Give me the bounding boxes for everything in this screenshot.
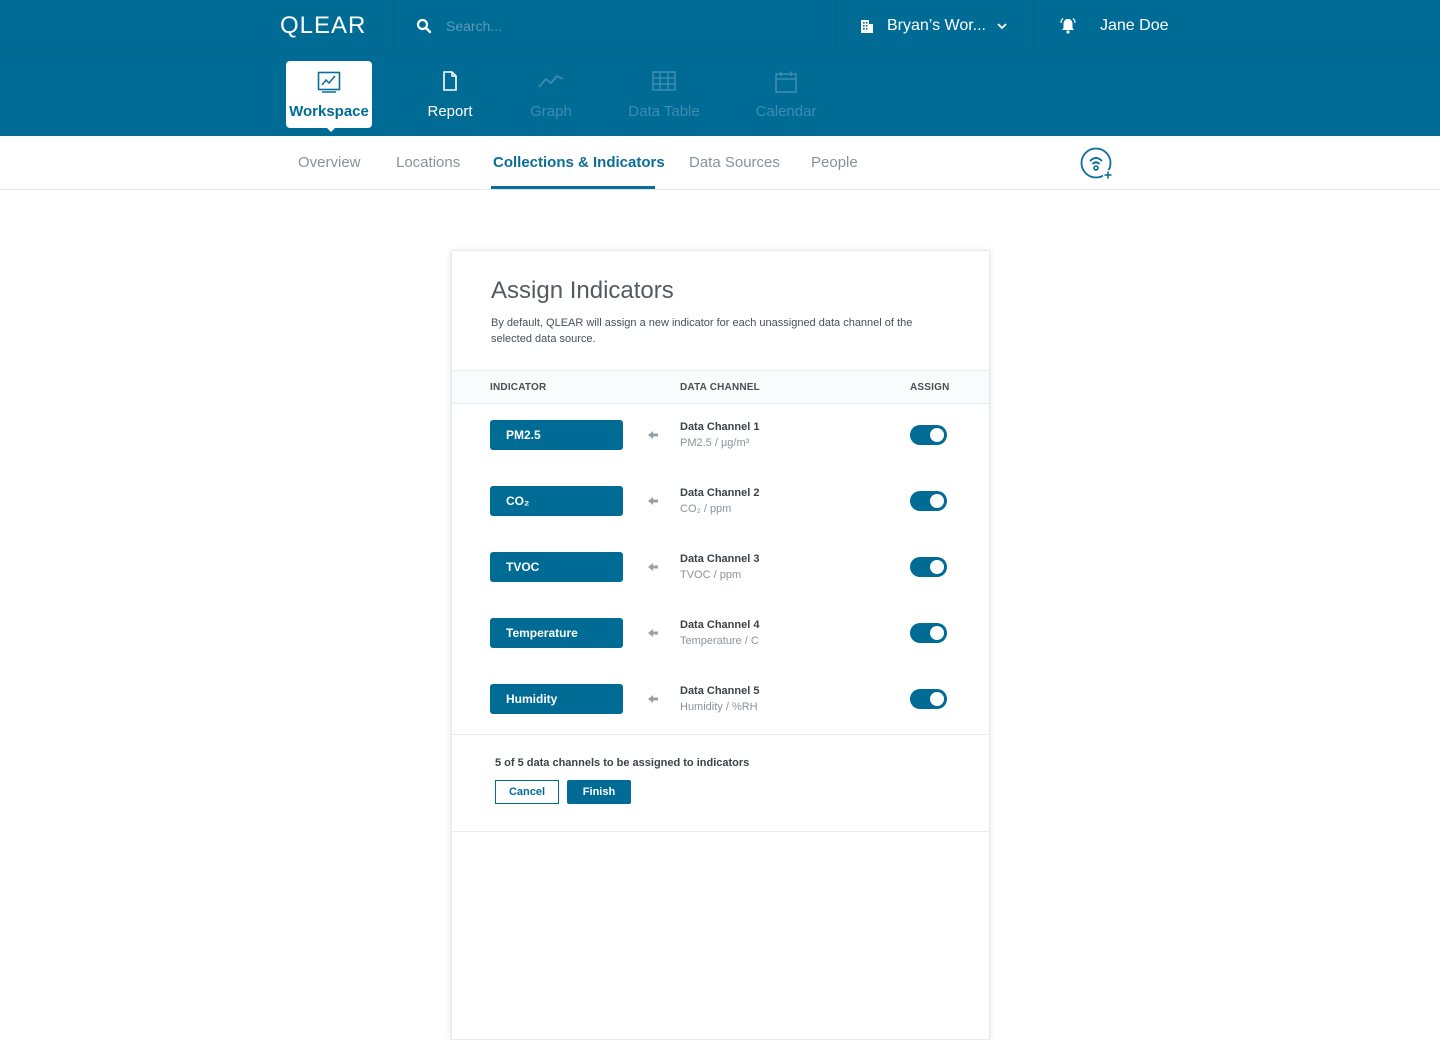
arrow-left-icon <box>648 563 658 571</box>
data-channel-unit: Temperature / C <box>680 635 759 647</box>
module-nav: Workspace Report Graph Data Table Calend… <box>0 52 1440 136</box>
workspace-chart-icon <box>317 71 341 93</box>
table-row: PM2.5 Data Channel 1 PM2.5 / µg/m³ <box>452 420 989 486</box>
table-row: CO₂ Data Channel 2 CO₂ / ppm <box>452 486 989 552</box>
assign-toggle[interactable] <box>910 425 947 445</box>
sub-nav: Overview Locations Collections & Indicat… <box>0 136 1440 190</box>
assign-toggle[interactable] <box>910 557 947 577</box>
module-label: Data Table <box>628 103 700 120</box>
assign-toggle[interactable] <box>910 623 947 643</box>
table-row: TVOC Data Channel 3 TVOC / ppm <box>452 552 989 618</box>
user-menu[interactable]: Jane Doe <box>1100 17 1169 35</box>
module-label: Graph <box>530 103 572 120</box>
column-header-data-channel: DATA CHANNEL <box>680 382 760 393</box>
active-tab-indicator <box>491 186 655 189</box>
building-icon <box>861 20 873 33</box>
notification-bell-icon[interactable] <box>1059 17 1077 35</box>
tab-collections-indicators[interactable]: Collections & Indicators <box>493 154 665 171</box>
module-label: Workspace <box>289 103 369 120</box>
assign-indicators-dialog: Assign Indicators By default, QLEAR will… <box>451 250 990 1040</box>
data-channel-name: Data Channel 4 <box>680 619 760 631</box>
dialog-description: By default, QLEAR will assign a new indi… <box>491 317 913 345</box>
toggle-knob <box>930 428 944 442</box>
calendar-icon <box>775 71 797 93</box>
search-input[interactable] <box>446 14 806 38</box>
top-bar: QLEAR Bryan’s Wor... Jane Doe <box>0 0 1440 52</box>
app-logo[interactable]: QLEAR <box>280 12 366 40</box>
chevron-down-icon <box>997 23 1007 30</box>
toggle-knob <box>930 494 944 508</box>
column-header-indicator: INDICATOR <box>490 382 547 393</box>
toggle-knob <box>930 692 944 706</box>
dialog-footer: 5 of 5 data channels to be assigned to i… <box>452 734 989 832</box>
search-icon <box>416 18 432 34</box>
data-channel-name: Data Channel 1 <box>680 421 760 433</box>
assign-toggle[interactable] <box>910 491 947 511</box>
module-workspace[interactable]: Workspace <box>286 61 372 132</box>
workspace-name: Bryan’s Wor... <box>887 17 986 34</box>
dialog-title: Assign Indicators <box>491 277 674 304</box>
table-row: Temperature Data Channel 4 Temperature /… <box>452 618 989 684</box>
divider <box>1033 0 1034 52</box>
document-icon <box>443 71 457 91</box>
arrow-left-icon <box>648 629 658 637</box>
indicator-button[interactable]: PM2.5 <box>490 420 623 450</box>
module-label: Report <box>427 103 473 120</box>
table-header: INDICATOR DATA CHANNEL ASSIGN <box>452 370 989 404</box>
data-channel-unit: TVOC / ppm <box>680 569 742 581</box>
workspace-selector[interactable]: Bryan’s Wor... <box>846 0 1032 52</box>
tab-people[interactable]: People <box>811 154 858 171</box>
tab-locations[interactable]: Locations <box>396 154 460 171</box>
indicator-button[interactable]: TVOC <box>490 552 623 582</box>
cancel-button[interactable]: Cancel <box>495 780 559 804</box>
table-grid-icon <box>652 71 676 91</box>
toggle-knob <box>930 560 944 574</box>
data-channel-name: Data Channel 5 <box>680 685 760 697</box>
module-label: Calendar <box>755 103 817 120</box>
assign-toggle[interactable] <box>910 689 947 709</box>
arrow-left-icon <box>648 695 658 703</box>
indicator-button[interactable]: Humidity <box>490 684 623 714</box>
divider <box>393 0 394 52</box>
module-data-table[interactable]: Data Table <box>621 61 707 128</box>
data-channel-name: Data Channel 3 <box>680 553 760 565</box>
divider <box>834 0 835 52</box>
toggle-knob <box>930 626 944 640</box>
add-data-source-icon[interactable] <box>1080 147 1114 181</box>
module-graph[interactable]: Graph <box>508 61 594 128</box>
data-channel-unit: CO₂ / ppm <box>680 503 732 515</box>
data-channel-unit: PM2.5 / µg/m³ <box>680 437 750 449</box>
indicator-button[interactable]: CO₂ <box>490 486 623 516</box>
finish-button[interactable]: Finish <box>567 780 631 804</box>
tab-overview[interactable]: Overview <box>298 154 361 171</box>
arrow-left-icon <box>648 497 658 505</box>
assignment-summary: 5 of 5 data channels to be assigned to i… <box>495 757 750 769</box>
indicator-button[interactable]: Temperature <box>490 618 623 648</box>
data-channel-name: Data Channel 2 <box>680 487 760 499</box>
column-header-assign: ASSIGN <box>910 382 950 393</box>
module-calendar[interactable]: Calendar <box>743 61 829 128</box>
tab-data-sources[interactable]: Data Sources <box>689 154 780 171</box>
arrow-left-icon <box>648 431 658 439</box>
data-channel-unit: Humidity / %RH <box>680 701 758 713</box>
module-report[interactable]: Report <box>407 61 493 128</box>
line-graph-icon <box>538 74 564 88</box>
